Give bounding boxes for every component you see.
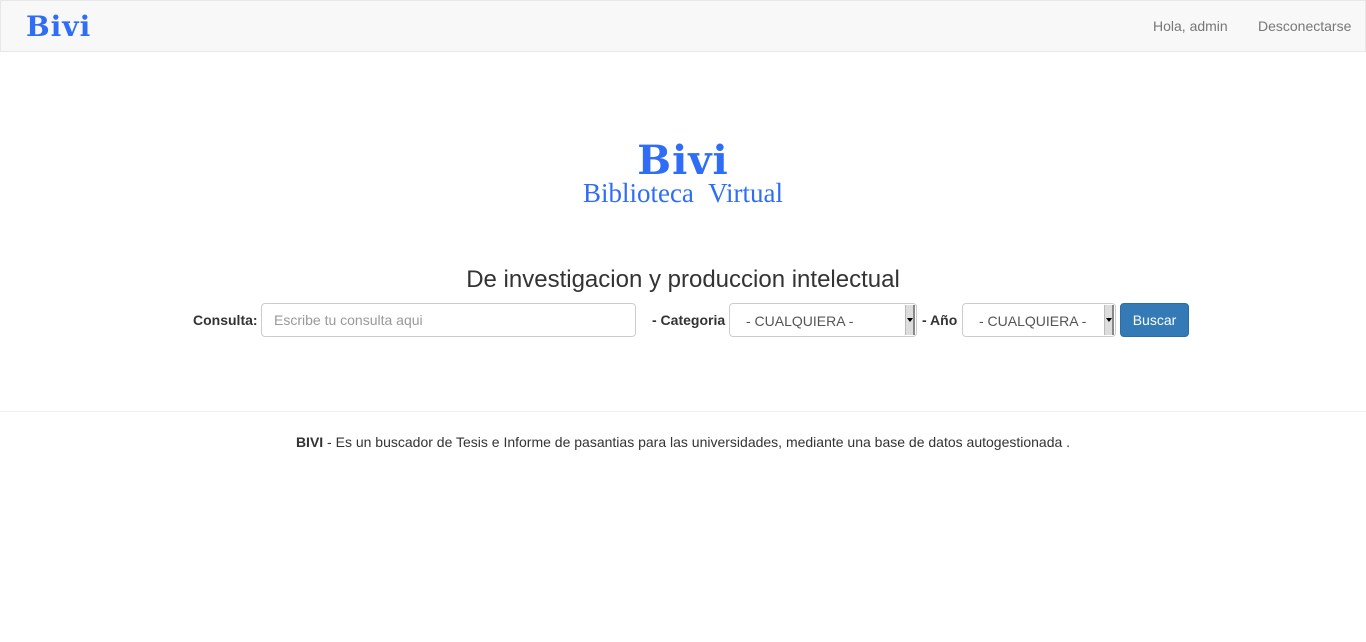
footer-text: - Es un buscador de Tesis e Informe de p… [323,434,1071,450]
footer-description: BIVI - Es un buscador de Tesis e Informe… [0,434,1366,450]
brand-logo[interactable]: Bivi [26,10,91,43]
query-label: Consulta: [193,312,258,328]
category-selected-value: - CUALQUIERA - [746,313,854,329]
category-label: - Categoria [652,312,726,328]
hero-title: Bivi [637,137,729,184]
category-select[interactable]: - CUALQUIERA - [729,303,917,337]
hero-logo: Bivi Biblioteca Virtual [0,137,1366,208]
search-input[interactable] [261,303,636,337]
year-select[interactable]: - CUALQUIERA - [962,303,1116,337]
year-selected-value: - CUALQUIERA - [979,313,1087,329]
year-label: - Año [922,312,958,328]
chevron-down-icon [905,305,915,335]
page-tagline: De investigacion y produccion intelectua… [466,266,900,293]
footer-brand: BIVI [295,434,324,450]
user-greeting-link[interactable]: Hola, admin [1153,18,1228,34]
divider [0,411,1366,412]
logout-link[interactable]: Desconectarse [1258,18,1351,34]
search-form: Consulta: - Categoria - CUALQUIERA - - A… [0,303,1366,337]
navbar: Bivi Hola, admin Desconectarse [0,0,1366,52]
hero-subtitle: Biblioteca Virtual [582,178,784,208]
search-button[interactable]: Buscar [1120,303,1189,337]
chevron-down-icon [1104,305,1114,335]
